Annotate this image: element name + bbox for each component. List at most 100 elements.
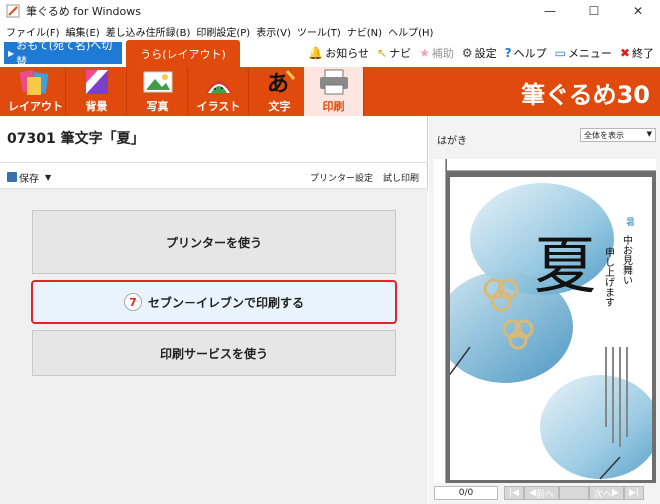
window-title: 筆ぐるめ for Windows (26, 5, 142, 18)
settings-button[interactable]: ⚙ 設定 (462, 45, 497, 61)
gear-icon: ⚙ (461, 46, 473, 60)
preview-frame: 夏 暑 中お見舞い 申し上げます (434, 159, 656, 483)
document-title: 07301 筆文字「夏」 (7, 131, 145, 147)
next-page-button[interactable]: 次へ ▶ (588, 486, 624, 500)
save-dropdown[interactable]: 保存 ▼ (7, 168, 51, 186)
menu-label: メニュー (567, 47, 612, 60)
star-icon: ★ (419, 46, 430, 60)
prev-arrow-icon: ◀ (528, 488, 536, 498)
menu-view[interactable]: 表示(V) (253, 24, 294, 39)
menu-navi[interactable]: ナビ(N) (344, 24, 385, 39)
help-label: ヘルプ (513, 47, 547, 60)
preview-pane: はがき 全体を表示 ▼ 夏 暑 中お見舞い 申し上げます 0/0 |◀ ◀ 前へ… (429, 116, 660, 504)
category-photo[interactable]: 写真 (128, 67, 188, 116)
navi-label: ナビ (389, 47, 412, 60)
printer-links: プリンター設定 試し印刷 (300, 168, 419, 186)
menu-tools[interactable]: ツール(T) (294, 24, 344, 39)
next-page-label: 次へ (593, 489, 612, 500)
chevron-down-icon: ▼ (45, 172, 52, 182)
divider (0, 162, 428, 163)
category-background-label: 背景 (85, 100, 108, 113)
category-illust-label: イラスト (196, 100, 241, 113)
category-photo-label: 写真 (146, 100, 169, 113)
background-icon (85, 70, 108, 94)
help-icon: ? (504, 46, 512, 60)
use-print-service-button[interactable]: 印刷サービスを使う (32, 330, 396, 376)
category-text[interactable]: あ 文字 (250, 67, 310, 116)
brand-logo: 筆ぐるめ30 (521, 81, 650, 109)
right-tools: 🔔 お知らせ ↖ ナビ ★ 補助 ⚙ 設定 ? ヘルプ ▭ メニュー ✖ 終了 (300, 43, 654, 63)
window-titlebar: 筆ぐるめ for Windows — ☐ ✕ (0, 0, 660, 22)
printer-icon (319, 69, 348, 95)
settings-label: 設定 (474, 47, 497, 60)
category-bar: レイアウト 背景 写真 イラスト あ 文字 印刷 筆ぐるめ30 (0, 67, 660, 116)
category-print[interactable]: 印刷 (304, 67, 364, 116)
test-print-link[interactable]: 試し印刷 (383, 171, 419, 184)
help-button[interactable]: ? ヘルプ (505, 45, 547, 61)
zoom-select-value: 全体を表示 (584, 130, 624, 140)
page-spacer (558, 486, 589, 500)
postcard-preview[interactable]: 夏 暑 中お見舞い 申し上げます (450, 177, 652, 480)
greeting-line-1: 中お見舞い (621, 234, 633, 285)
notice-button[interactable]: 🔔 お知らせ (308, 45, 369, 61)
first-page-button[interactable]: |◀ (504, 486, 524, 500)
preview-footer: 0/0 |◀ ◀ 前へ 次へ ▶ ▶| (434, 485, 656, 501)
menu-print-settings[interactable]: 印刷設定(P) (193, 24, 253, 39)
navi-button[interactable]: ↖ ナビ (377, 45, 411, 61)
ruler-vertical (434, 159, 446, 483)
assist-label: 補助 (431, 47, 454, 60)
printer-settings-link[interactable]: プリンター設定 (310, 171, 373, 184)
window-controls: — ☐ ✕ (528, 0, 660, 22)
menu-help[interactable]: ヘルプ(H) (385, 24, 436, 39)
category-text-label: 文字 (268, 100, 291, 113)
tab-back-layout[interactable]: うら(レイアウト) (126, 40, 240, 67)
close-x-icon: ✖ (619, 46, 630, 60)
notice-label: お知らせ (325, 47, 370, 60)
next-arrow-icon: ▶ (611, 488, 619, 498)
save-label: 保存 (19, 173, 39, 185)
photo-icon (143, 71, 172, 93)
chevron-down-icon: ▼ (646, 130, 652, 138)
assist-button[interactable]: ★ 補助 (419, 45, 454, 61)
last-page-button[interactable]: ▶| (623, 486, 644, 500)
use-printer-button[interactable]: プリンターを使う (32, 210, 396, 274)
menu-button[interactable]: ▭ メニュー (555, 45, 612, 61)
close-window-button[interactable]: ✕ (616, 0, 660, 22)
bell-icon: 🔔 (308, 46, 324, 60)
prev-page-label: 前へ (535, 489, 554, 500)
category-layout[interactable]: レイアウト (6, 67, 66, 116)
navi-icon: ↖ (377, 46, 388, 60)
play-arrow-icon: ▶ (8, 48, 15, 58)
category-illust[interactable]: イラスト (189, 67, 249, 116)
prev-page-button[interactable]: ◀ 前へ (523, 486, 559, 500)
seven-eleven-logo-icon: 7 (123, 293, 142, 311)
seven-eleven-print-button[interactable]: 7 セブン－イレブンで印刷する (31, 280, 397, 324)
greeting-line-2: 申し上げます (603, 246, 615, 307)
text-brush-icon: あ (267, 70, 295, 97)
postcard-artwork: 夏 暑 中お見舞い 申し上げます (450, 177, 652, 480)
page-indicator: 0/0 (434, 486, 498, 500)
maximize-button[interactable]: ☐ (572, 0, 616, 22)
calligraphy-summer: 夏 (534, 229, 596, 302)
layout-icon (18, 69, 48, 95)
save-disk-icon (7, 172, 17, 182)
illust-icon (205, 81, 232, 93)
category-print-label: 印刷 (322, 100, 345, 113)
preview-card-type: はがき (437, 136, 467, 147)
card-small-mark: 暑 (626, 217, 635, 228)
category-background[interactable]: 背景 (67, 67, 127, 116)
zoom-select[interactable]: 全体を表示 ▼ (580, 128, 656, 142)
exit-button[interactable]: ✖ 終了 (620, 45, 654, 61)
exit-label: 終了 (632, 47, 654, 60)
print-options-pane: 07301 筆文字「夏」 保存 ▼ プリンター設定 試し印刷 プリンターを使う … (0, 116, 428, 504)
svg-text:あ: あ (267, 71, 289, 97)
tool-row: ▶ おもて(宛て名)へ切替 うら(レイアウト) 🔔 お知らせ ↖ ナビ ★ 補助… (0, 39, 660, 68)
tab-switch-front[interactable]: ▶ おもて(宛て名)へ切替 (4, 39, 122, 68)
minimize-button[interactable]: — (528, 0, 572, 22)
tab-switch-front-label: おもて(宛て名)へ切替 (16, 39, 113, 68)
seven-eleven-print-label: セブン－イレブンで印刷する (147, 295, 304, 310)
category-layout-label: レイアウト (8, 100, 63, 113)
menu-icon: ▭ (554, 46, 566, 60)
app-icon (6, 4, 20, 18)
ruler-horizontal (447, 159, 656, 171)
